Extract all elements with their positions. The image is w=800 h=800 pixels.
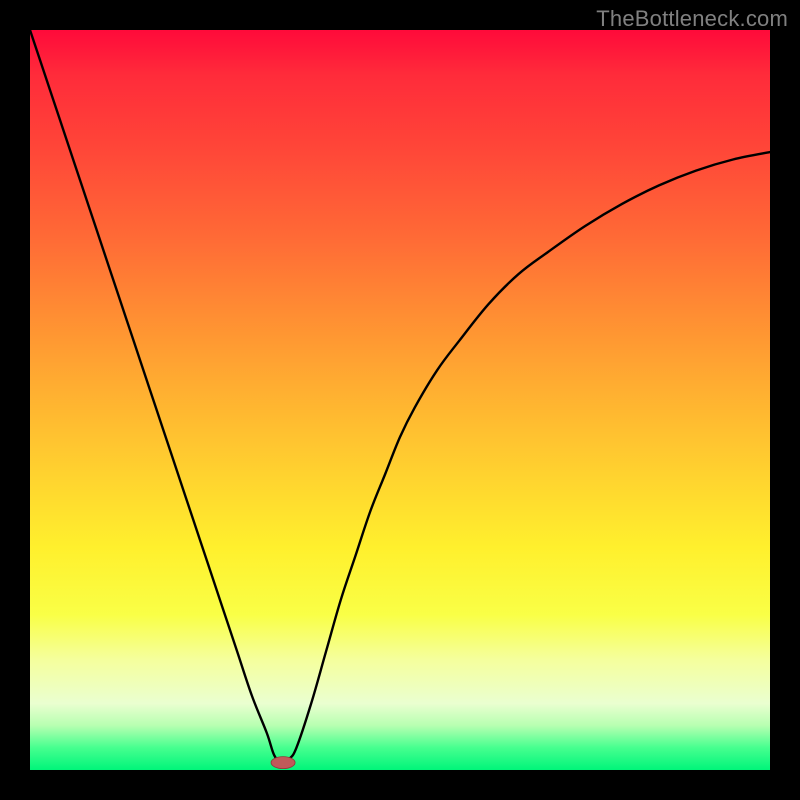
plot-area: [30, 30, 770, 770]
curve-layer: [30, 30, 770, 770]
watermark-text: TheBottleneck.com: [596, 6, 788, 32]
bottleneck-curve: [30, 30, 770, 763]
optimal-point-marker: [271, 757, 295, 769]
chart-frame: TheBottleneck.com: [0, 0, 800, 800]
